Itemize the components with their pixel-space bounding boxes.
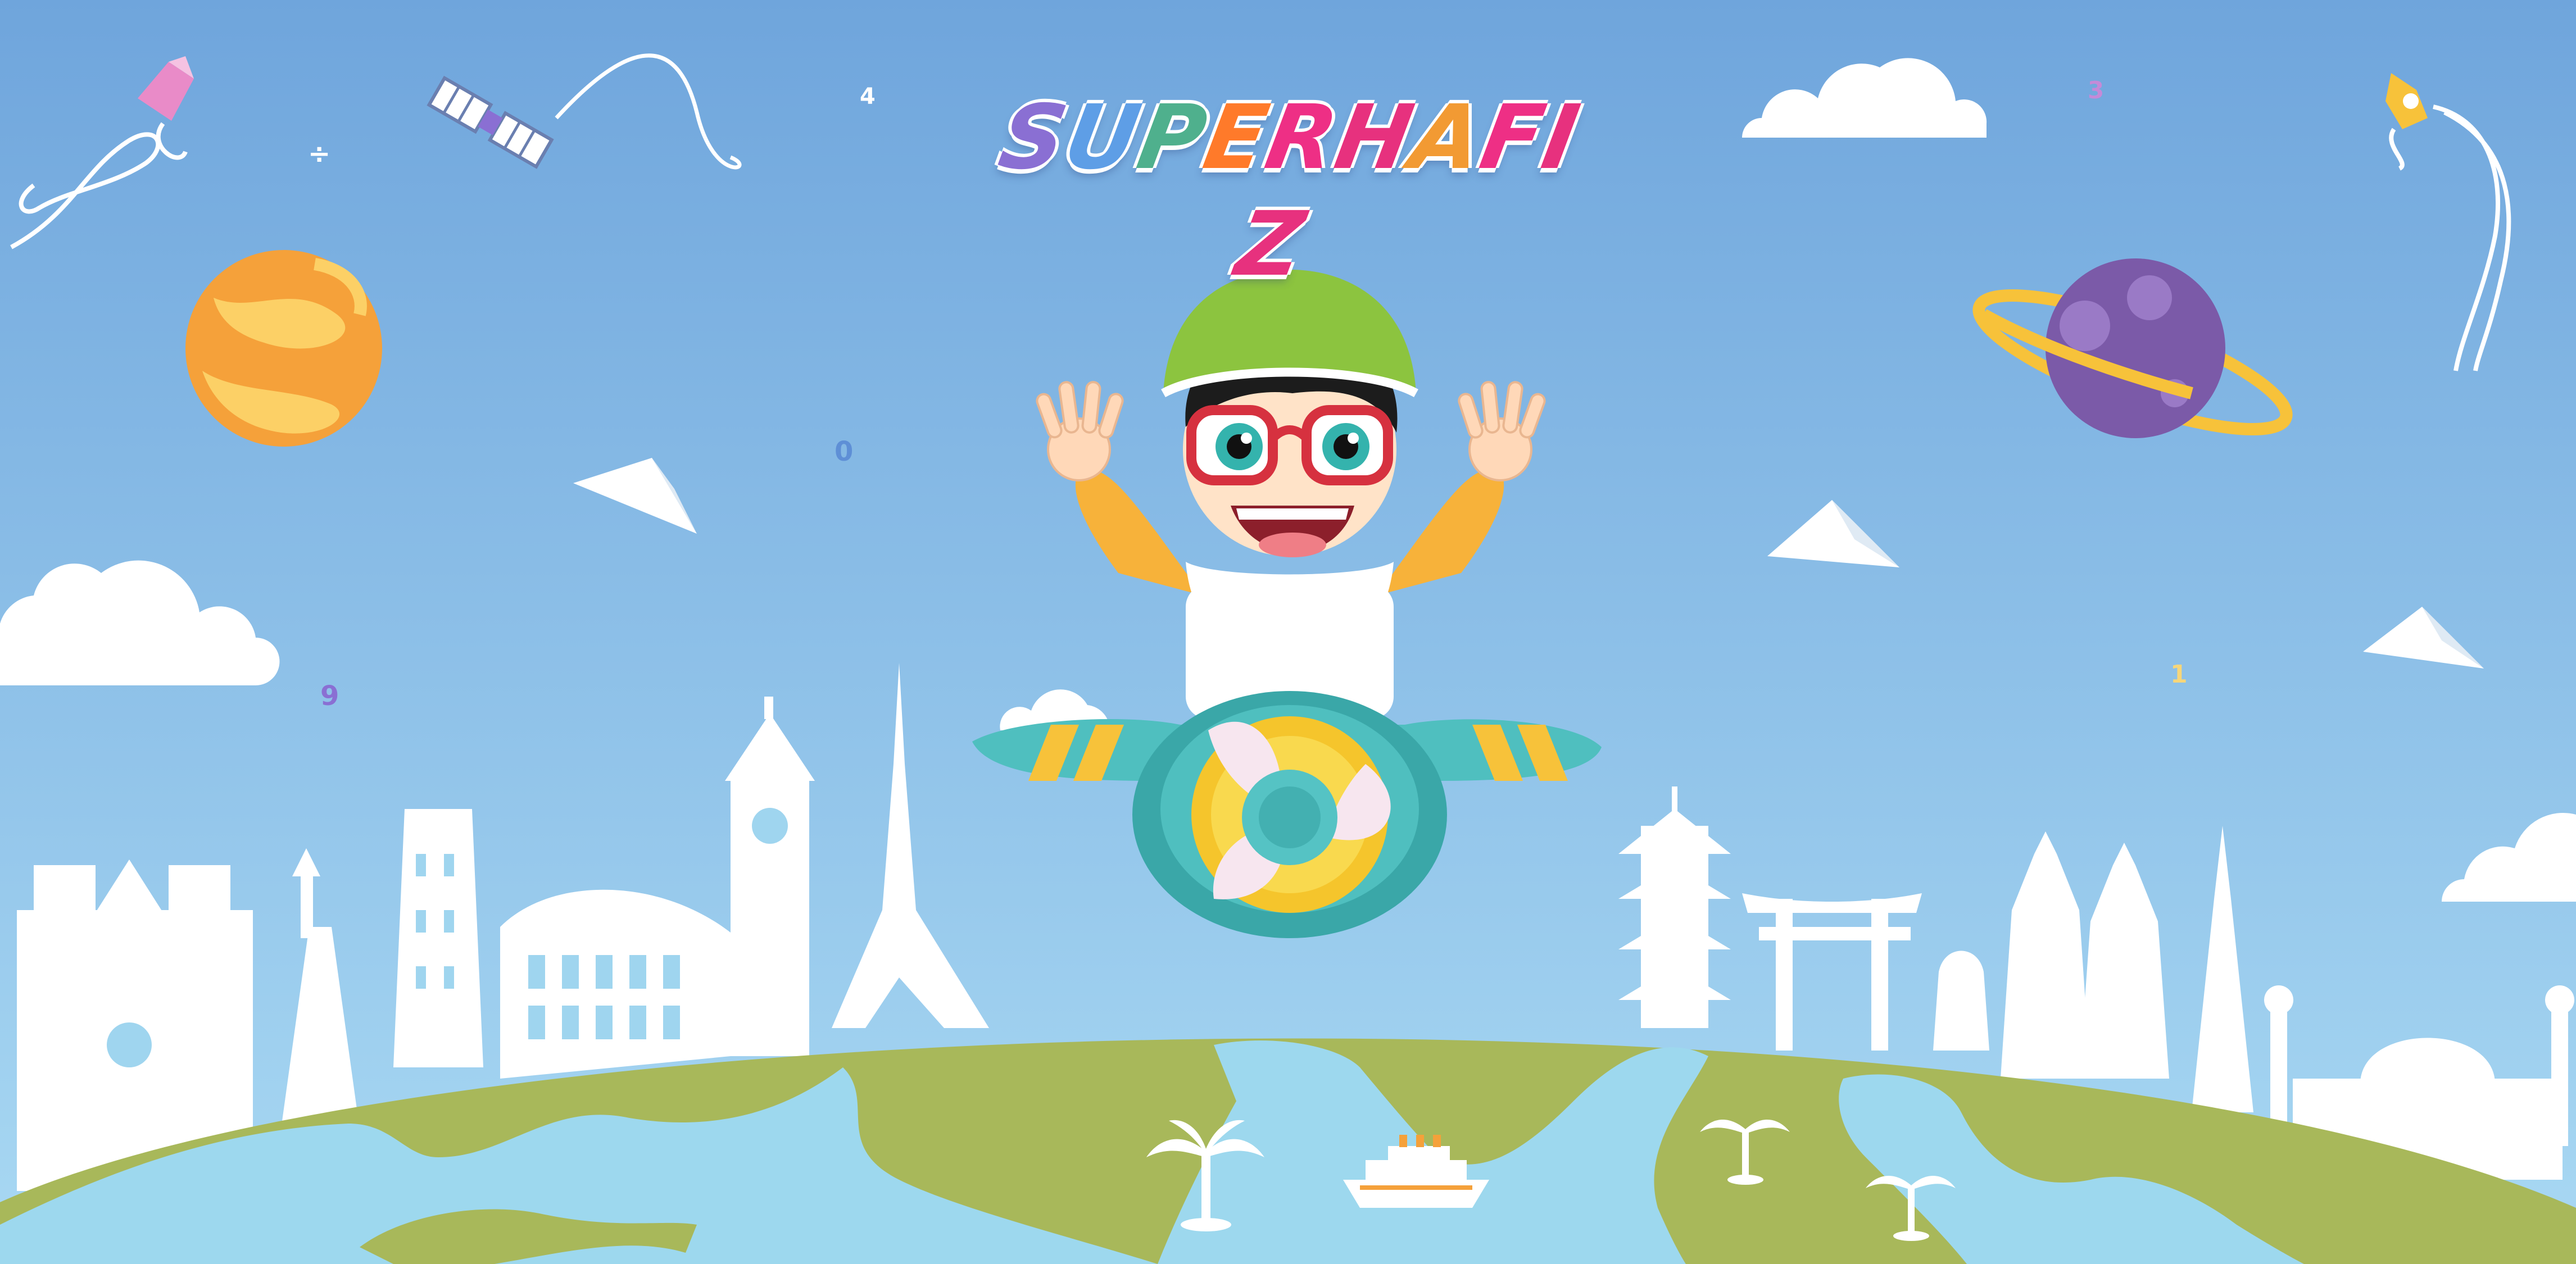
leaning-tower-icon: [393, 809, 483, 1067]
floating-digit: 4: [860, 84, 876, 110]
superhafiz-logo: SUPERHAFIZ: [974, 84, 1606, 296]
floating-digit: 0: [835, 436, 853, 467]
illustration-scene: 4 0 9 3 1 ÷ SUPERHAFIZ: [0, 0, 2576, 1264]
planet-icon: [185, 250, 382, 447]
floating-digit: 1: [2170, 660, 2188, 689]
merlion-icon: [1933, 951, 1989, 1051]
floating-digit: 9: [320, 680, 339, 712]
floating-digit: 3: [2088, 76, 2104, 104]
division-symbol: ÷: [308, 138, 330, 170]
